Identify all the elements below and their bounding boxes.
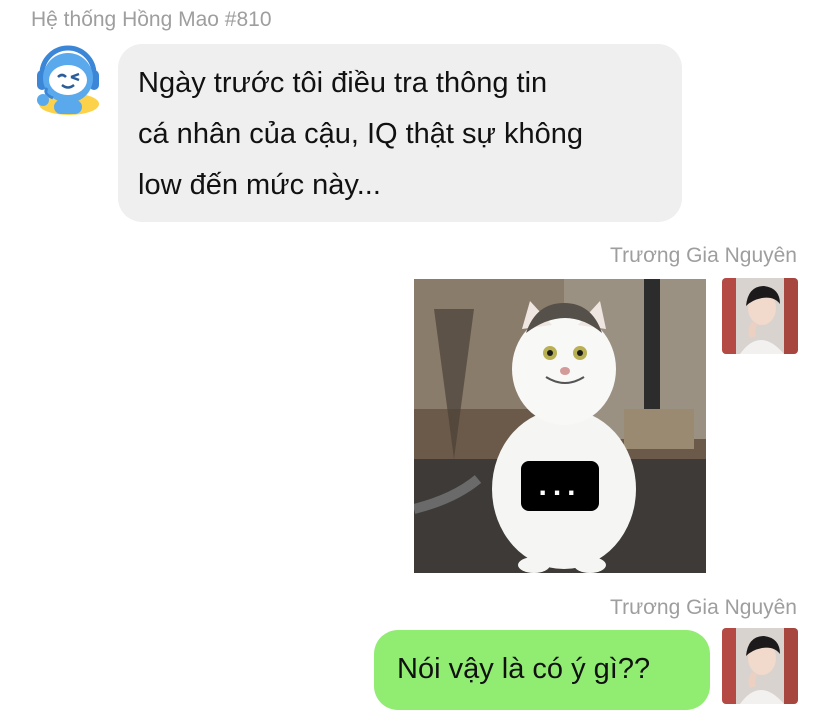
received-message-bubble[interactable]: Ngày trước tôi điều tra thông tin cá nhâ… [118, 44, 682, 222]
image-overlay-ellipsis: ... [538, 469, 582, 502]
robot-mascot-avatar[interactable] [29, 42, 107, 118]
message-line: low đến mức này... [138, 169, 381, 201]
robot-mascot-icon [37, 45, 99, 115]
message-line: Ngày trước tôi điều tra thông tin [138, 67, 548, 99]
cat-image-message[interactable]: ... [414, 279, 706, 573]
sender-name-user: Trương Gia Nguyên [610, 596, 797, 619]
user-photo-avatar [722, 628, 798, 704]
smiling-cat-photo [414, 279, 706, 573]
message-text: Nói vậy là có ý gì?? [397, 653, 651, 685]
sender-name-user: Trương Gia Nguyên [610, 244, 797, 267]
user-avatar[interactable] [722, 278, 798, 354]
sender-name-system: Hệ thống Hồng Mao #810 [31, 8, 272, 31]
user-avatar[interactable] [722, 628, 798, 704]
sent-message-bubble[interactable]: Nói vậy là có ý gì?? [374, 630, 710, 710]
message-line: cá nhân của cậu, IQ thật sự không [138, 118, 584, 150]
user-photo-avatar [722, 278, 798, 354]
